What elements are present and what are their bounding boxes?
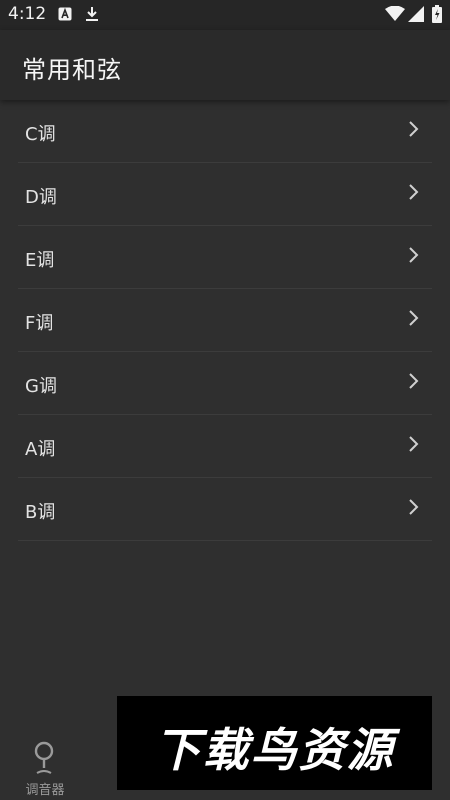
app-bar: 常用和弦 [0,30,450,100]
nav-label-tuner: 调音器 [25,783,65,798]
chord-key-list: C调 D调 E调 F调 G调 A调 B调 [0,100,450,541]
list-item-label: F调 [25,313,54,334]
status-time: 4:12 [8,4,47,24]
list-item-d[interactable]: D调 [18,163,432,226]
keyboard-a-icon [58,6,72,25]
page-title: 常用和弦 [22,56,122,84]
tuner-icon [32,740,56,780]
nav-item-tuner[interactable]: 调音器 [0,722,90,800]
wifi-icon [385,5,405,26]
chevron-right-icon [408,372,420,394]
list-item-label: B调 [25,502,56,523]
list-item-b[interactable]: B调 [18,478,432,541]
chevron-right-icon [408,120,420,142]
list-item-label: C调 [25,124,56,145]
signal-icon [408,6,424,26]
list-item-label: A调 [25,439,56,460]
battery-icon [432,5,442,27]
list-item-g[interactable]: G调 [18,352,432,415]
list-item-a[interactable]: A调 [18,415,432,478]
watermark-banner: 下载鸟资源 [117,696,432,790]
chevron-right-icon [408,309,420,331]
list-item-label: D调 [25,187,57,208]
chevron-right-icon [408,435,420,457]
list-item-label: E调 [25,250,55,271]
chevron-right-icon [408,498,420,520]
chevron-right-icon [408,246,420,268]
status-bar: 4:12 [0,0,450,30]
list-item-label: G调 [25,376,57,397]
list-item-e[interactable]: E调 [18,226,432,289]
watermark-text: 下载鸟资源 [154,723,395,777]
list-item-c[interactable]: C调 [18,100,432,163]
list-item-f[interactable]: F调 [18,289,432,352]
download-icon [85,6,99,26]
chevron-right-icon [408,183,420,205]
